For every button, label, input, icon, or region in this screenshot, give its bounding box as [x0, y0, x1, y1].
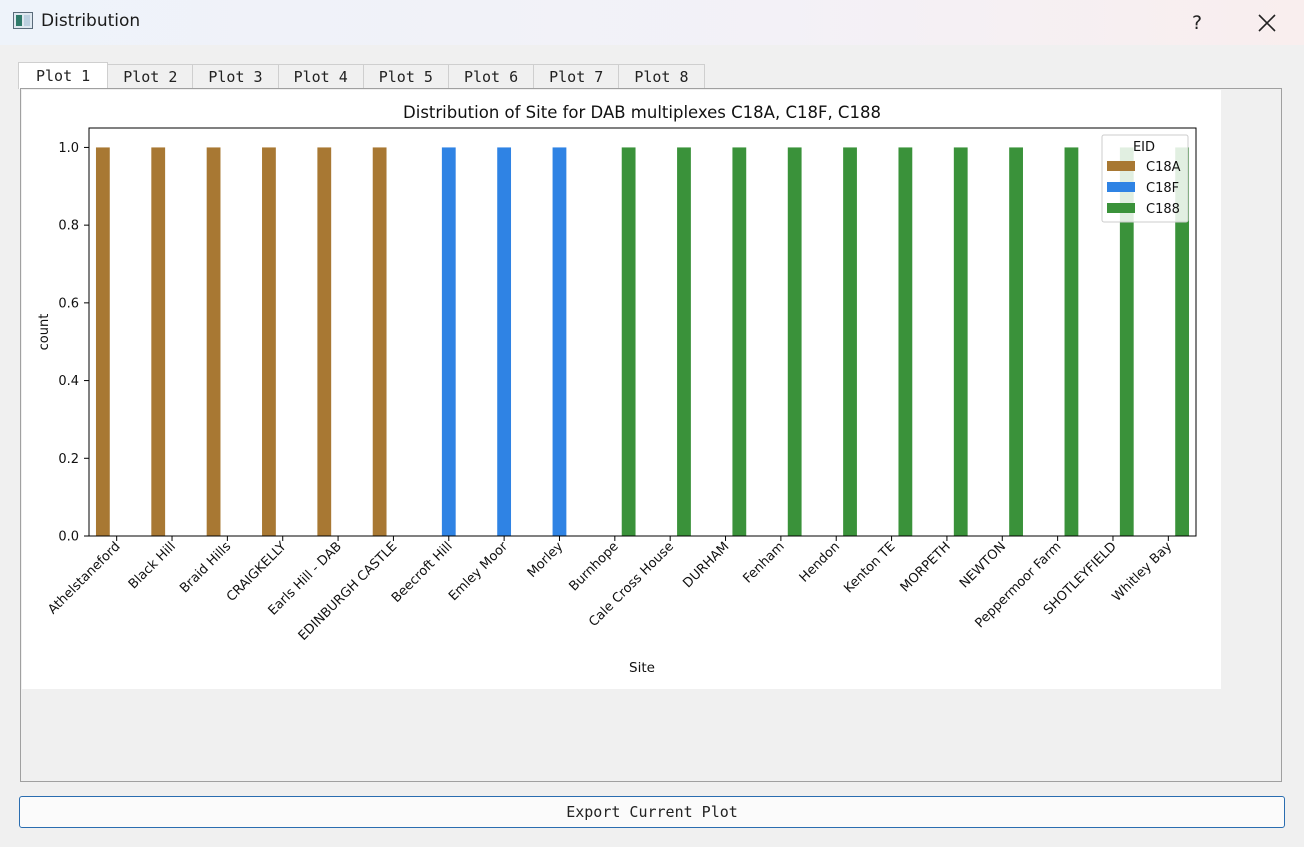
x-tick-label: Burnhope	[567, 539, 622, 594]
title-bar: Distribution ?	[0, 0, 1304, 45]
bar-c18f-beecroft-hill	[441, 147, 456, 536]
bar-c188-durham	[732, 147, 747, 536]
x-tick-label: Kenton TE	[841, 539, 898, 596]
y-tick-label: 0.2	[58, 452, 79, 467]
tab-panel: Distribution of Site for DAB multiplexes…	[20, 88, 1282, 782]
x-tick-label: Emley Moor	[446, 539, 511, 604]
tab-plot-7[interactable]: Plot 7	[534, 64, 620, 89]
legend: EID C18A C18F C188	[1101, 134, 1189, 223]
legend-title: EID	[1133, 140, 1155, 155]
bar-c18f-emley-moor	[497, 147, 512, 536]
help-button[interactable]: ?	[1180, 6, 1214, 40]
bar-c188-cale-cross-house	[677, 147, 691, 536]
close-button[interactable]	[1250, 6, 1284, 40]
x-tick-label: Whitley Bay	[1110, 539, 1176, 605]
bar-c18a-craigkelly	[262, 147, 276, 536]
app-icon	[13, 12, 33, 29]
bar-c18a-black-hill	[151, 147, 166, 536]
bar-chart: Distribution of Site for DAB multiplexes…	[37, 103, 1197, 676]
bar-c18f-morley	[552, 147, 567, 536]
plot-frame	[88, 127, 1197, 537]
y-tick-label: 0.6	[58, 296, 79, 311]
tab-plot-6[interactable]: Plot 6	[448, 64, 535, 89]
x-axis-label: Site	[629, 660, 655, 676]
window-title: Distribution	[41, 11, 141, 31]
x-tick-label: Hendon	[797, 539, 843, 585]
bar-c18a-athelstaneford	[95, 147, 110, 536]
plot-tabs: Plot 1 Plot 2 Plot 3 Plot 4 Plot 5 Plot …	[18, 62, 705, 89]
tab-plot-5[interactable]: Plot 5	[363, 64, 449, 89]
bar-c188-fenham	[787, 147, 802, 536]
tab-plot-1[interactable]: Plot 1	[18, 62, 109, 89]
x-tick-label: MORPETH	[898, 539, 954, 595]
x-tick-label: Black Hill	[126, 539, 179, 592]
bar-c188-morpeth	[953, 147, 968, 536]
bar-c18a-edinburgh-castle	[372, 147, 387, 536]
x-tick-label: EDINBURGH CASTLE	[296, 539, 401, 644]
y-tick-label: 0.4	[58, 374, 79, 389]
x-tick-label: DURHAM	[680, 539, 732, 591]
x-tick-label: Athelstaneford	[45, 539, 123, 617]
bar-c188-peppermoor-farm	[1064, 147, 1079, 536]
y-tick-label: 1.0	[58, 141, 79, 156]
bar-c188-burnhope	[621, 147, 636, 536]
close-icon	[1258, 14, 1276, 32]
bar-c188-hendon	[843, 147, 857, 536]
y-tick-label: 0.0	[58, 530, 79, 545]
x-tick-label: Fenham	[740, 539, 787, 586]
legend-label-c18a: C18A	[1146, 160, 1181, 175]
tab-plot-2[interactable]: Plot 2	[108, 64, 194, 89]
bar-c188-kenton-te	[898, 147, 913, 536]
x-tick-label: Morley	[525, 539, 567, 581]
legend-label-c188: C188	[1146, 202, 1180, 217]
chart-canvas: Distribution of Site for DAB multiplexes…	[22, 90, 1221, 689]
x-tick-label: Braid Hills	[177, 539, 234, 596]
legend-swatch-c188	[1107, 203, 1135, 213]
y-axis-label: count	[37, 314, 52, 351]
legend-label-c18f: C18F	[1146, 181, 1179, 196]
bar-c18a-braid-hills	[206, 147, 221, 536]
tab-plot-4[interactable]: Plot 4	[278, 64, 364, 89]
tab-plot-8[interactable]: Plot 8	[619, 64, 705, 89]
bar-c188-newton	[1009, 147, 1023, 536]
legend-swatch-c18f	[1107, 182, 1135, 192]
export-plot-button[interactable]: Export Current Plot	[19, 796, 1285, 828]
legend-swatch-c18a	[1107, 161, 1135, 171]
tab-plot-3[interactable]: Plot 3	[193, 64, 279, 89]
chart-title: Distribution of Site for DAB multiplexes…	[403, 103, 881, 122]
x-tick-label: NEWTON	[957, 539, 1009, 591]
y-tick-label: 0.8	[58, 219, 79, 234]
bar-c18a-earls-hill-dab	[317, 147, 332, 536]
